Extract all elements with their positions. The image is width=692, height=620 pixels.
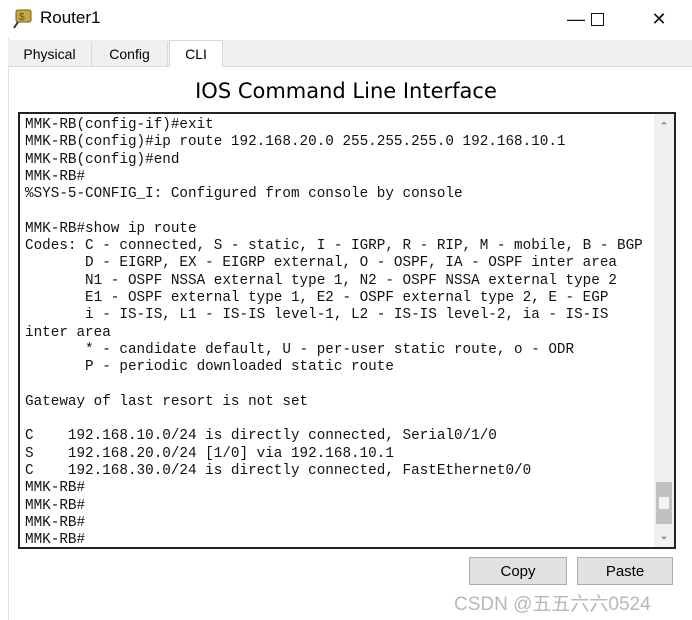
terminal-line: MMK-RB# [25,480,86,497]
terminal-line: S 192.168.20.0/24 [1/0] via 192.168.10.1 [25,445,394,462]
terminal-line: MMK-RB# [25,497,86,514]
terminal-line: * - candidate default, U - per-user stat… [25,341,575,358]
tab-cli[interactable]: CLI [169,40,223,67]
terminal-line: %SYS-5-CONFIG_I: Configured from console… [25,186,463,203]
paste-button[interactable]: Paste [577,557,673,585]
terminal-line: Codes: C - connected, S - static, I - IG… [25,238,643,255]
terminal-line: C 192.168.10.0/24 is directly connected,… [25,428,497,445]
terminal-line: MMK-RB(config)#ip route 192.168.20.0 255… [25,134,566,151]
scroll-thumb[interactable] [656,482,672,524]
cli-terminal[interactable]: MMK-RB(config-if)#exit MMK-RB(config)#ip … [18,112,676,549]
close-icon: ✕ [651,8,667,29]
terminal-line: D - EIGRP, EX - EIGRP external, O - OSPF… [25,255,617,272]
terminal-line: N1 - OSPF NSSA external type 1, N2 - OSP… [25,272,617,289]
maximize-button[interactable] [574,0,620,38]
maximize-icon [590,12,604,26]
terminal-scrollbar[interactable]: ⌃ ⌄ [654,114,674,547]
terminal-line: E1 - OSPF external type 1, E2 - OSPF ext… [25,289,609,306]
tab-config[interactable]: Config [92,42,168,66]
terminal-line: MMK-RB# [25,514,86,531]
scroll-down-icon[interactable]: ⌄ [654,525,674,545]
tab-bar: Physical Config CLI [8,40,692,67]
copy-button[interactable]: Copy [469,557,567,585]
watermark: CSDN @五五六六0524 [454,594,651,615]
tab-physical[interactable]: Physical [8,42,92,66]
page-title: IOS Command Line Interface [195,79,497,103]
window-title: Router1 [40,8,101,27]
terminal-line: Gateway of last resort is not set [25,393,309,410]
terminal-line: C 192.168.30.0/24 is directly connected,… [25,462,532,479]
terminal-line: MMK-RB(config-if)#exit [25,117,214,133]
router-app-icon: $ [12,8,34,30]
close-button[interactable]: ✕ [636,0,682,38]
terminal-line: MMK-RB(config)#end [25,151,180,168]
terminal-line: MMK-RB#show ip route [25,220,197,237]
terminal-line: MMK-RB# [25,168,86,185]
svg-text:$: $ [19,12,25,23]
terminal-line: inter area [25,324,111,341]
title-bar: $ Router1 — ✕ [0,0,692,38]
window-border [0,38,9,620]
terminal-line: P - periodic downloaded static route [25,359,394,376]
terminal-line: MMK-RB# [25,532,86,549]
terminal-line: i - IS-IS, L1 - IS-IS level-1, L2 - IS-I… [25,307,609,324]
scroll-up-icon[interactable]: ⌃ [654,116,674,136]
terminal-output[interactable]: MMK-RB(config-if)#exit MMK-RB(config)#ip … [25,117,643,549]
